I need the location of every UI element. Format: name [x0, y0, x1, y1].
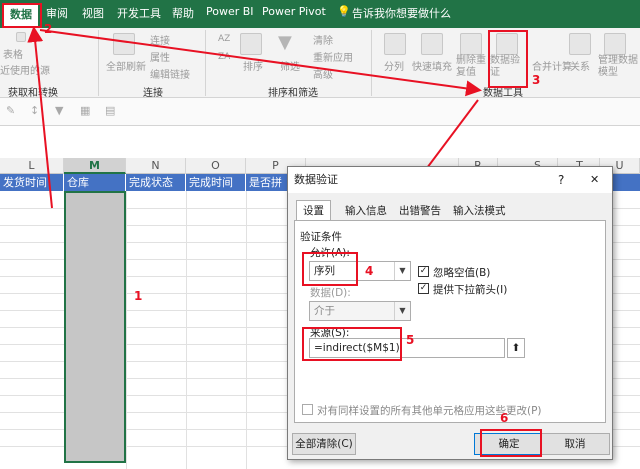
data-label: 数据(D):	[310, 287, 351, 299]
data-validation-dialog: 数据验证 ? ✕ 设置 输入信息 出错警告 输入法模式 验证条件 允许(A): …	[287, 166, 613, 460]
chevron-down-icon: ▼	[394, 302, 410, 320]
tab-input-message[interactable]: 输入信息	[338, 200, 394, 220]
annotation-number: 3	[532, 73, 541, 87]
clear-all-button[interactable]: 全部清除(C)	[292, 433, 356, 455]
dropdown-checkbox[interactable]: ✓	[418, 283, 429, 294]
data-value: 介于	[314, 305, 335, 317]
annotation-box-source	[302, 327, 402, 361]
help-button[interactable]: ?	[558, 167, 564, 193]
validation-criteria-label: 验证条件	[300, 231, 342, 243]
annotation-box-validation	[488, 30, 528, 88]
arrow-to-validation	[39, 29, 482, 97]
tab-ime-mode[interactable]: 输入法模式	[446, 200, 513, 220]
annotation-number: 2	[44, 22, 53, 36]
tab-error-alert[interactable]: 出错警告	[392, 200, 448, 220]
annotation-box-allow	[302, 252, 358, 286]
close-icon[interactable]: ✕	[590, 167, 599, 193]
collapse-dialog-icon[interactable]: ⬆	[507, 338, 525, 358]
arrow-to-data-tab	[27, 26, 53, 209]
ignore-blank-checkbox[interactable]: ✓	[418, 266, 429, 277]
annotation-number: 5	[406, 333, 415, 347]
annotation-box-data-tab	[2, 3, 42, 28]
data-select[interactable]: 介于 ▼	[309, 301, 411, 321]
chevron-down-icon: ▼	[394, 262, 410, 280]
annotation-number: 1	[134, 289, 143, 303]
annotation-number: 6	[500, 411, 509, 425]
dialog-title-bar[interactable]: 数据验证 ? ✕	[288, 167, 612, 193]
dropdown-label: 提供下拉箭头(I)	[433, 284, 508, 296]
annotation-number: 4	[365, 264, 374, 278]
dialog-title: 数据验证	[294, 173, 338, 186]
apply-all-checkbox[interactable]	[302, 404, 313, 415]
cancel-button[interactable]: 取消	[540, 433, 610, 455]
ignore-blank-label: 忽略空值(B)	[433, 267, 491, 279]
annotation-box-ok	[480, 429, 542, 457]
tab-settings[interactable]: 设置	[296, 200, 331, 221]
settings-panel: 验证条件 允许(A): 序列 ▼ ✓ 忽略空值(B) ✓ 提供下拉箭头(I) 数…	[294, 220, 606, 423]
